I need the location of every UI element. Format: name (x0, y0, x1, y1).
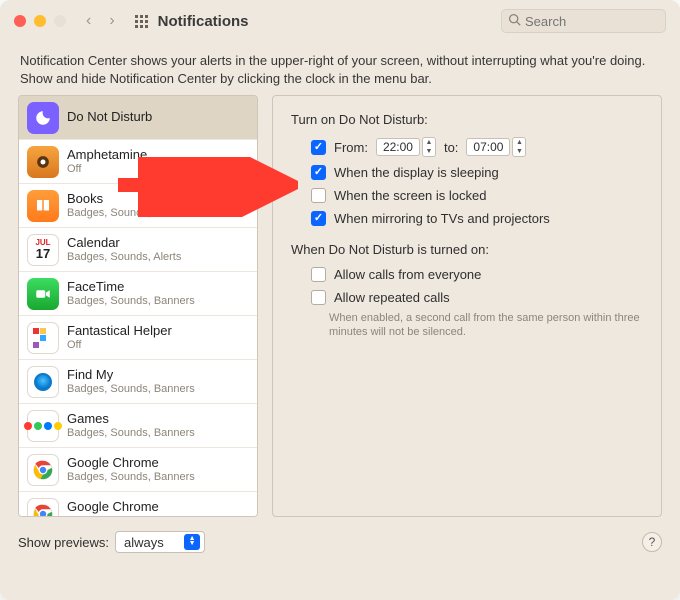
from-label: From: (334, 140, 368, 155)
titlebar: ‹ › Notifications (0, 0, 680, 42)
sidebar-item-label: Books (67, 192, 195, 206)
search-input[interactable] (525, 14, 659, 29)
cal-app-icon: JUL17 (27, 234, 59, 266)
zoom-icon (54, 15, 66, 27)
dnd-on-section-title: When Do Not Disturb is turned on: (291, 242, 643, 257)
sidebar-item-subtitle: Badges, Sounds, Banners (67, 515, 195, 516)
traffic-lights (14, 15, 66, 27)
window-title: Notifications (158, 13, 249, 30)
findmy-app-icon (27, 366, 59, 398)
chrome-app-icon (27, 454, 59, 486)
search-icon (508, 13, 521, 29)
locked-label: When the screen is locked (334, 188, 486, 203)
search-field[interactable] (501, 9, 666, 33)
show-previews-label: Show previews: (18, 535, 109, 550)
repeated-calls-label: Allow repeated calls (334, 290, 450, 305)
sidebar-item-amp[interactable]: AmphetamineOff (19, 140, 257, 184)
sidebar-item-label: Amphetamine (67, 148, 147, 162)
close-icon[interactable] (14, 15, 26, 27)
sidebar-item-label: Fantastical Helper (67, 324, 172, 338)
sidebar-item-label: Find My (67, 368, 195, 382)
sleep-checkbox[interactable] (311, 165, 326, 180)
sidebar-item-findmy[interactable]: Find MyBadges, Sounds, Banners (19, 360, 257, 404)
sidebar-item-label: Games (67, 412, 195, 426)
help-button[interactable]: ? (642, 532, 662, 552)
sidebar-item-subtitle: Off (67, 163, 147, 175)
sidebar-item-fant[interactable]: Fantastical HelperOff (19, 316, 257, 360)
dnd-section-title: Turn on Do Not Disturb: (291, 112, 643, 127)
select-chevrons-icon: ▲▼ (184, 534, 200, 550)
sidebar-item-subtitle: Badges, Sounds, Banners (67, 383, 195, 395)
games-app-icon (27, 410, 59, 442)
sidebar-item-subtitle: Badges, Sounds, Banners (67, 427, 195, 439)
sidebar-item-label: Google Chrome (67, 456, 195, 470)
sidebar-item-books[interactable]: BooksBadges, Sounds, Banners (19, 184, 257, 228)
from-time-stepper[interactable]: ▲▼ (422, 137, 436, 157)
dnd-settings-panel: Turn on Do Not Disturb: From: 22:00 ▲▼ t… (272, 95, 662, 517)
amp-app-icon (27, 146, 59, 178)
sidebar-item-subtitle: Badges, Sounds, Banners (67, 295, 195, 307)
sidebar-item-label: Google Chrome (67, 500, 195, 514)
to-time-field[interactable]: 07:00 (466, 138, 510, 156)
from-checkbox[interactable] (311, 140, 326, 155)
sidebar-item-subtitle: Badges, Sounds, Alerts (67, 251, 181, 263)
pane-description: Notification Center shows your alerts in… (0, 42, 680, 95)
back-button[interactable]: ‹ (86, 12, 91, 30)
from-time-field[interactable]: 22:00 (376, 138, 420, 156)
sidebar-item-subtitle: Badges, Sounds, Banners (67, 207, 195, 219)
mirror-checkbox[interactable] (311, 211, 326, 226)
chrome-app-icon (27, 498, 59, 517)
apps-sidebar: Do Not DisturbAmphetamineOffBooksBadges,… (18, 95, 258, 517)
show-previews-value: always (124, 535, 164, 550)
footer: Show previews: always ▲▼ ? (0, 523, 680, 561)
grid-icon[interactable] (135, 15, 148, 28)
sidebar-item-games[interactable]: GamesBadges, Sounds, Banners (19, 404, 257, 448)
fant-app-icon (27, 322, 59, 354)
to-label: to: (444, 140, 458, 155)
books-app-icon (27, 190, 59, 222)
sidebar-item-cal[interactable]: JUL17 CalendarBadges, Sounds, Alerts (19, 228, 257, 272)
nav-controls: ‹ › (86, 12, 115, 30)
locked-checkbox[interactable] (311, 188, 326, 203)
dnd-app-icon (27, 102, 59, 134)
show-previews-select[interactable]: always ▲▼ (115, 531, 205, 553)
sidebar-item-label: Do Not Disturb (67, 110, 152, 124)
forward-button[interactable]: › (109, 12, 114, 30)
sidebar-item-chrome[interactable]: Google ChromeBadges, Sounds, Banners (19, 492, 257, 516)
facetime-app-icon (27, 278, 59, 310)
to-time-stepper[interactable]: ▲▼ (512, 137, 526, 157)
repeated-calls-note: When enabled, a second call from the sam… (329, 311, 643, 340)
minimize-icon[interactable] (34, 15, 46, 27)
sidebar-item-label: Calendar (67, 236, 181, 250)
repeated-calls-checkbox[interactable] (311, 290, 326, 305)
sleep-label: When the display is sleeping (334, 165, 499, 180)
allow-calls-checkbox[interactable] (311, 267, 326, 282)
sidebar-item-subtitle: Badges, Sounds, Banners (67, 471, 195, 483)
sidebar-item-dnd[interactable]: Do Not Disturb (19, 96, 257, 140)
sidebar-item-chrome[interactable]: Google ChromeBadges, Sounds, Banners (19, 448, 257, 492)
sidebar-item-subtitle: Off (67, 339, 172, 351)
mirror-label: When mirroring to TVs and projectors (334, 211, 550, 226)
allow-calls-label: Allow calls from everyone (334, 267, 481, 282)
sidebar-item-label: FaceTime (67, 280, 195, 294)
sidebar-item-facetime[interactable]: FaceTimeBadges, Sounds, Banners (19, 272, 257, 316)
